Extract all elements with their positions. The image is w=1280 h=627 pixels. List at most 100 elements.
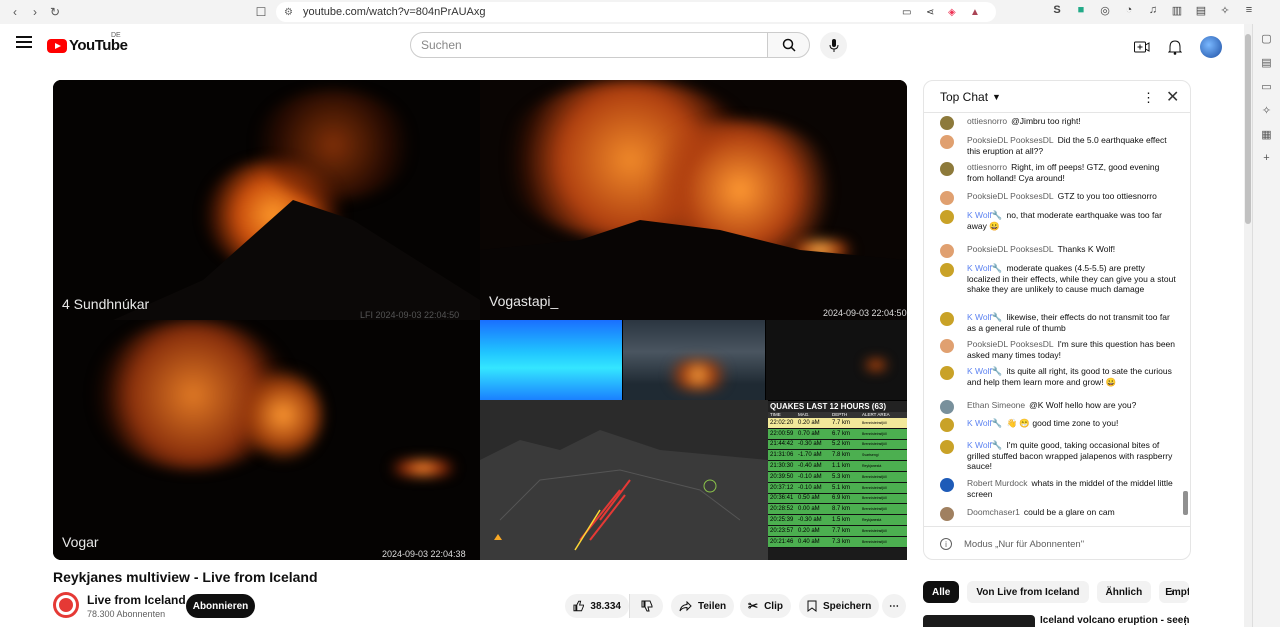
search-icon	[782, 38, 796, 52]
related-thumbnail[interactable]	[923, 615, 1035, 627]
subscribe-button[interactable]: Abonnieren	[186, 594, 255, 618]
voice-search-button[interactable]	[820, 32, 847, 59]
menu-icon[interactable]	[16, 36, 32, 48]
chip-all[interactable]: Alle	[923, 581, 960, 603]
wallet-panel-icon[interactable]: ▭	[1260, 80, 1274, 94]
youtube-logo[interactable]: YouTube DE	[47, 32, 128, 54]
chat-author-avatar[interactable]	[940, 244, 954, 258]
more-actions-button[interactable]: ⋯	[882, 594, 906, 618]
dislike-button[interactable]	[629, 594, 663, 618]
quake-cell: 21:30:30	[770, 463, 794, 470]
chat-message: K Wolf🔧 likewise, their effects do not tr…	[940, 312, 1178, 333]
chat-author-avatar[interactable]	[940, 507, 954, 521]
leo-icon[interactable]: ✧	[1218, 3, 1232, 17]
wallet-icon[interactable]: ▤	[1194, 3, 1208, 17]
chat-author-name[interactable]: ottiesnorro	[967, 116, 1007, 126]
chat-author-avatar[interactable]	[940, 135, 954, 149]
chat-author-name[interactable]: K Wolf🔧	[967, 210, 1002, 220]
extension-icon[interactable]: S	[1050, 3, 1064, 17]
site-info-icon[interactable]: ⚙	[284, 7, 293, 18]
chat-author-avatar[interactable]	[940, 191, 954, 205]
more-icon: ⋯	[889, 600, 899, 612]
search-input[interactable]: Suchen	[410, 32, 768, 58]
cast-icon[interactable]: ▭	[902, 7, 911, 18]
create-icon[interactable]	[1134, 40, 1150, 54]
chat-author-name[interactable]: ottiesnorro	[967, 162, 1007, 172]
chat-author-avatar[interactable]	[940, 478, 954, 492]
chat-author-avatar[interactable]	[940, 116, 954, 130]
chat-author-name[interactable]: Robert Murdock	[967, 478, 1027, 488]
more-vertical-icon[interactable]: ⋮	[1180, 614, 1191, 627]
chat-author-avatar[interactable]	[940, 366, 954, 380]
chat-author-avatar[interactable]	[940, 418, 954, 432]
save-label: Speichern	[823, 600, 872, 612]
chat-author-avatar[interactable]	[940, 440, 954, 454]
chat-scrollbar[interactable]	[1183, 119, 1188, 519]
chat-author-name[interactable]: K Wolf🔧	[967, 440, 1002, 450]
search-button[interactable]	[767, 32, 810, 58]
chat-message-text: 👋 😁 good time zone to you!	[1006, 418, 1119, 428]
chat-author-name[interactable]: K Wolf🔧	[967, 418, 1002, 428]
bookmark-icon[interactable]: ☐	[252, 3, 270, 21]
chip-recommended[interactable]: Empf	[1159, 581, 1190, 603]
clip-label: Clip	[764, 600, 783, 612]
chat-author-avatar[interactable]	[940, 263, 954, 277]
chat-author-name[interactable]: K Wolf🔧	[967, 312, 1002, 322]
chevron-right-icon[interactable]: ›	[1170, 585, 1174, 599]
chat-author-name[interactable]: K Wolf🔧	[967, 366, 1002, 376]
share-button[interactable]: Teilen	[671, 594, 735, 618]
music-icon[interactable]: ♫	[1146, 3, 1160, 17]
chat-author-avatar[interactable]	[940, 339, 954, 353]
chat-author-avatar[interactable]	[940, 162, 954, 176]
chat-author-name[interactable]: PooksieDL PooksesDL	[967, 135, 1054, 145]
chat-author-name[interactable]: K Wolf🔧	[967, 263, 1002, 273]
rewards-icon[interactable]: ▲	[970, 7, 980, 18]
save-button[interactable]: Speichern	[799, 594, 880, 618]
extension-icon[interactable]: ■	[1074, 3, 1088, 17]
extension-icon[interactable]: ◎	[1098, 3, 1112, 17]
chat-author-name[interactable]: Doomchaser1	[967, 507, 1020, 517]
reading-list-icon[interactable]: ▤	[1260, 56, 1274, 70]
channel-name[interactable]: Live from Iceland	[87, 593, 186, 607]
chat-author-name[interactable]: PooksieDL PooksesDL	[967, 244, 1054, 254]
menu-icon[interactable]: ≡	[1242, 3, 1256, 17]
chat-mode-selector[interactable]: Top Chat	[940, 90, 988, 104]
column-header: TIME	[770, 412, 781, 417]
brave-shield-icon[interactable]: ◈	[948, 7, 956, 18]
add-panel-icon[interactable]: +	[1260, 152, 1274, 166]
chat-message: K Wolf🔧 no, that moderate earthquake was …	[940, 210, 1178, 231]
quake-cell: 21:31:06	[770, 452, 794, 459]
address-bar[interactable]: ⚙ youtube.com/watch?v=804nPrAUAxg ▭ ⋖ ◈ …	[276, 2, 996, 22]
notifications-icon[interactable]	[1168, 40, 1182, 55]
chip-from-channel[interactable]: Von Live from Iceland	[967, 581, 1089, 603]
chat-author-avatar[interactable]	[940, 400, 954, 414]
quake-row: 20:25:39 -0.30 aM 1.5 km Reykjanestá	[768, 515, 907, 526]
history-icon[interactable]: ▦	[1260, 128, 1274, 142]
chat-author-name[interactable]: PooksieDL PooksesDL	[967, 191, 1054, 201]
info-icon[interactable]: i	[940, 538, 952, 550]
chat-author-name[interactable]: Ethan Simeone	[967, 400, 1025, 410]
forward-icon[interactable]: ›	[26, 3, 44, 21]
like-button[interactable]: 38.334	[565, 594, 629, 618]
channel-avatar[interactable]	[53, 592, 79, 618]
camera-feed-vogastapi: Vogastapi_ 2024-09-03 22:04:50	[480, 80, 907, 320]
more-vertical-icon[interactable]: ⋮	[1142, 90, 1155, 106]
chat-author-avatar[interactable]	[940, 210, 954, 224]
share-page-icon[interactable]: ⋖	[926, 7, 934, 18]
chip-similar[interactable]: Ähnlich	[1096, 581, 1152, 603]
related-title[interactable]: Iceland volcano eruption - seen	[1040, 615, 1189, 626]
back-icon[interactable]: ‹	[6, 3, 24, 21]
chevron-down-icon[interactable]: ▼	[992, 92, 1001, 102]
page-scrollbar[interactable]	[1244, 24, 1252, 627]
like-count: 38.334	[590, 600, 621, 612]
sidebar-icon[interactable]: ▥	[1170, 3, 1184, 17]
close-icon[interactable]: ✕	[1166, 87, 1179, 107]
reload-icon[interactable]: ↻	[46, 3, 64, 21]
chat-author-name[interactable]: PooksieDL PooksesDL	[967, 339, 1054, 349]
clip-button[interactable]: ✂ Clip	[740, 594, 791, 618]
extension-icon[interactable]: ◔	[1122, 3, 1136, 17]
leo-panel-icon[interactable]: ✧	[1260, 104, 1274, 118]
chat-author-avatar[interactable]	[940, 312, 954, 326]
account-avatar[interactable]	[1200, 36, 1222, 58]
bookmarks-icon[interactable]: ▢	[1260, 32, 1274, 46]
